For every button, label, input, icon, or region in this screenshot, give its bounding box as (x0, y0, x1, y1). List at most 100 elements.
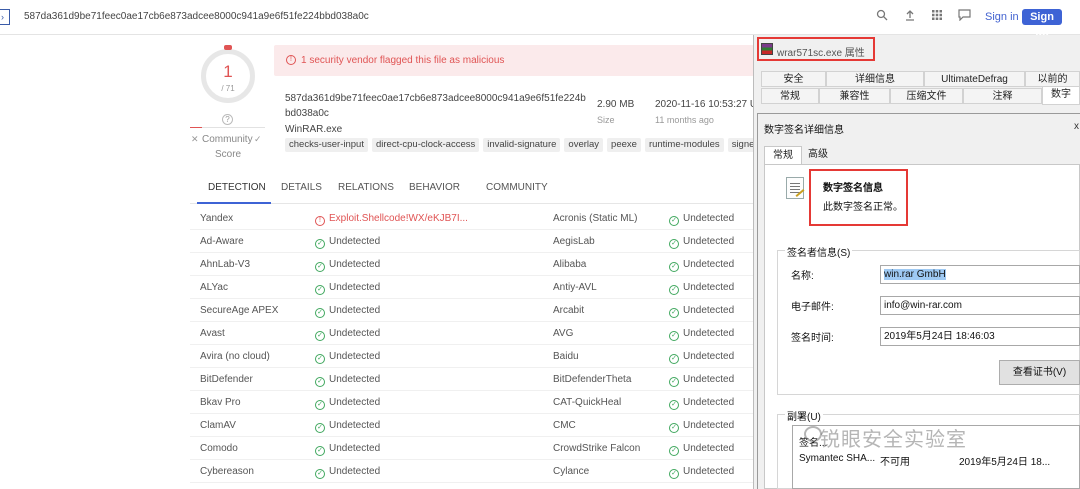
vote-harmless-icon[interactable]: ✓ (254, 134, 262, 145)
detection-result: ✓ Undetected (669, 443, 734, 456)
result-text: Undetected (329, 236, 381, 247)
result-text: Undetected (329, 259, 381, 270)
signer-email-field[interactable]: info@win-rar.com (880, 296, 1080, 315)
vendor-name: SecureAge APEX (200, 305, 279, 316)
vendor-name: BitDefenderTheta (553, 374, 632, 385)
vendor-name: BitDefender (200, 374, 253, 385)
detection-count: 1 (223, 62, 233, 81)
tab-sig-advanced[interactable]: 高级 (803, 146, 833, 164)
menu-button[interactable]: › (0, 9, 10, 25)
detection-result: ✓ Undetected (315, 259, 380, 272)
question-icon[interactable]: ? (222, 114, 233, 125)
tab-behavior[interactable]: BEHAVIOR (409, 182, 460, 193)
detection-result: ✓ Undetected (315, 420, 380, 433)
table-row: Avira (no cloud) ✓ Undetected Baidu ✓ Undetec… (190, 345, 755, 368)
detection-result: ✓ Undetected (669, 328, 734, 341)
detection-result: ✓ Undetected (669, 374, 734, 387)
signer-name-field[interactable]: win.rar GmbH (880, 265, 1080, 284)
tag[interactable]: signed (727, 138, 755, 152)
result-text: Undetected (329, 282, 381, 293)
detection-result: ✓ Undetected (315, 282, 380, 295)
alert-icon: ! (315, 216, 325, 226)
check-circle-icon: ✓ (669, 446, 679, 456)
check-circle-icon: ✓ (315, 285, 325, 295)
upload-icon[interactable] (901, 9, 919, 25)
score-indicator (224, 45, 232, 50)
active-tab-indicator (197, 202, 271, 204)
result-text: Undetected (329, 443, 381, 454)
check-circle-icon: ✓ (315, 446, 325, 456)
detection-result: ✓ Undetected (315, 374, 380, 387)
signing-time-field[interactable]: 2019年5月24日 18:46:03 (880, 327, 1080, 346)
tag[interactable]: peexe (607, 138, 641, 152)
detection-result: ✓ Undetected (315, 443, 380, 456)
tag[interactable]: overlay (564, 138, 604, 152)
tab-security[interactable]: 安全 (761, 71, 826, 87)
file-size: 2.90 MB (597, 99, 635, 110)
detection-result: ✓ Undetected (669, 397, 734, 410)
tab-compatibility[interactable]: 兼容性 (819, 88, 890, 104)
tab-ultimatedefrag[interactable]: UltimateDefrag (924, 71, 1025, 87)
close-button[interactable]: x (1074, 121, 1079, 132)
tab-community[interactable]: COMMUNITY (486, 182, 548, 193)
email-label: 电子邮件: (791, 302, 834, 313)
tab-previous-versions[interactable]: 以前的 (1025, 71, 1080, 87)
tab-details-cn[interactable]: 详细信息 (826, 71, 924, 87)
result-text: Undetected (683, 213, 735, 224)
signature-info-heading: 数字签名信息 (823, 183, 883, 194)
tag[interactable]: direct-cpu-clock-access (371, 138, 480, 152)
vendor-name: Avira (no cloud) (200, 351, 270, 362)
check-circle-icon: ✓ (669, 308, 679, 318)
detection-result[interactable]: ! Exploit.Shellcode!WX/eKJB7I... (315, 213, 468, 226)
tag[interactable]: invalid-signature (483, 138, 561, 152)
signer-name-value: win.rar GmbH (884, 269, 946, 280)
tab-detection[interactable]: DETECTION (208, 182, 266, 193)
detection-result: ✓ Undetected (669, 282, 734, 295)
file-size-label: Size (597, 115, 615, 125)
detection-result: ✓ Undetected (315, 305, 380, 318)
check-circle-icon: ✓ (315, 377, 325, 387)
list-cell-email[interactable]: 不可用 (880, 453, 910, 468)
tab-general[interactable]: 常规 (761, 88, 819, 104)
vendor-name: Arcabit (553, 305, 585, 316)
tab-relations[interactable]: RELATIONS (338, 182, 394, 193)
top-bar: › 587da361d9be71feec0ae17cb6e873adcee800… (0, 0, 1080, 39)
signer-info-label: 签名者信息(S) (785, 244, 853, 259)
search-icon[interactable] (873, 9, 891, 25)
vendor-name: Avast (200, 328, 225, 339)
table-row: Yandex! Exploit.Shellcode!WX/eKJB7I... Acr… (190, 207, 755, 230)
check-circle-icon: ✓ (669, 331, 679, 341)
sign-up-button[interactable]: Sign up (1022, 9, 1062, 39)
vendor-name: AegisLab (553, 236, 595, 247)
vendor-name: AhnLab-V3 (200, 259, 251, 270)
result-text: Undetected (683, 466, 735, 477)
vendor-name: ClamAV (200, 420, 236, 431)
tab-comment[interactable]: 注释 (963, 88, 1042, 104)
search-hash-input[interactable]: 587da361d9be71feec0ae17cb6e873adcee8000c… (24, 11, 369, 22)
certificate-icon (786, 177, 804, 199)
countersignature-label: 副署(U) (785, 408, 823, 423)
tag[interactable]: runtime-modules (644, 138, 724, 152)
tag[interactable]: checks-user-input (285, 138, 368, 152)
vote-malicious-icon[interactable]: ✕ (191, 134, 199, 145)
detection-result: ✓ Undetected (315, 397, 380, 410)
file-name: WinRAR.exe (285, 124, 343, 135)
chevron-right-icon: › (1, 12, 4, 22)
tab-digital-signatures[interactable]: 数字 (1042, 86, 1080, 105)
chat-icon[interactable] (955, 9, 973, 25)
result-text: Undetected (329, 305, 381, 316)
detection-result: ✓ Undetected (669, 236, 734, 249)
list-cell-timestamp[interactable]: 2019年5月24日 18... (959, 453, 1050, 468)
table-row: SecureAge APEX ✓ Undetected Arcabit ✓ Undetec… (190, 299, 755, 322)
sign-in-link[interactable]: Sign in (985, 11, 1019, 23)
check-circle-icon: ✓ (315, 262, 325, 272)
grid-icon[interactable] (928, 9, 946, 25)
detection-result: ✓ Undetected (669, 305, 734, 318)
result-text: Undetected (329, 466, 381, 477)
tab-sig-general[interactable]: 常规 (764, 146, 802, 164)
detection-result: ✓ Undetected (315, 466, 380, 479)
list-cell-signer[interactable]: Symantec SHA... (799, 453, 875, 464)
tab-archive[interactable]: 压缩文件 (890, 88, 963, 104)
view-certificate-button[interactable]: 查看证书(V) (999, 360, 1080, 385)
tab-details[interactable]: DETAILS (281, 182, 322, 193)
